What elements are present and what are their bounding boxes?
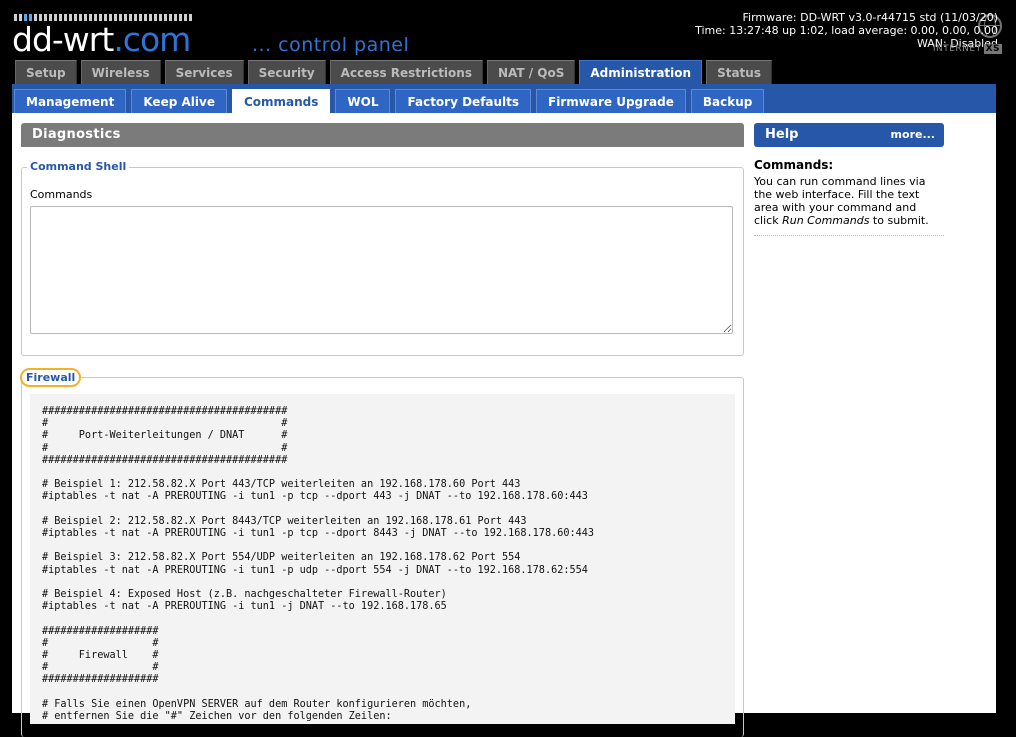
command-shell-fieldset: Command Shell Commands: [21, 159, 744, 356]
header: dd-wrt.com ... control panel Firmware: D…: [0, 0, 1016, 60]
tab-setup[interactable]: Setup: [15, 60, 77, 84]
subtab-backup[interactable]: Backup: [690, 89, 765, 113]
badge-text: INTERNET: [932, 44, 982, 54]
section-title-diagnostics: Diagnostics: [21, 123, 744, 147]
commands-label: Commands: [30, 188, 93, 201]
help-heading: Commands:: [754, 158, 834, 172]
subtab-management[interactable]: Management: [14, 89, 127, 113]
commands-textarea[interactable]: [30, 206, 733, 334]
sub-tabs: Management Keep Alive Commands WOL Factory D…: [14, 89, 769, 113]
firmware-info: Firmware: DD-WRT v3.0-r44715 std (11/03/…: [742, 11, 998, 24]
control-panel-title: ... control panel: [252, 34, 410, 56]
subtab-keep-alive[interactable]: Keep Alive: [131, 89, 227, 113]
help-title-text: Help: [765, 127, 799, 142]
help-title: Help more...: [754, 123, 944, 147]
tab-access-restrictions[interactable]: Access Restrictions: [329, 60, 483, 84]
tab-status[interactable]: Status: [706, 60, 772, 84]
subtab-commands[interactable]: Commands: [231, 89, 331, 113]
badge-tag: XS: [983, 44, 1002, 54]
tab-nat-qos[interactable]: NAT / QoS: [486, 60, 576, 84]
logo[interactable]: dd-wrt.com: [12, 20, 191, 59]
tab-administration[interactable]: Administration: [579, 60, 703, 84]
content: Diagnostics Command Shell Commands Firew…: [12, 113, 996, 737]
subtab-factory-defaults[interactable]: Factory Defaults: [395, 89, 532, 113]
subtab-firmware-upgrade[interactable]: Firmware Upgrade: [536, 89, 686, 113]
time-info: Time: 13:27:48 up 1:02, load average: 0.…: [695, 24, 998, 37]
command-shell-legend: Command Shell: [27, 159, 130, 175]
subtab-wol[interactable]: WOL: [335, 89, 391, 113]
firewall-legend: Firewall: [20, 368, 82, 387]
logo-suffix: .com: [113, 20, 191, 59]
internet-badge: INTERNET XS: [933, 44, 1002, 54]
help-more-link[interactable]: more...: [891, 123, 935, 147]
help-text-end: to submit.: [869, 214, 929, 227]
logo-main: dd-wrt: [12, 20, 114, 59]
firewall-script[interactable]: ########################################…: [30, 394, 735, 724]
tab-services[interactable]: Services: [164, 60, 244, 84]
help-text-emphasis: Run Commands: [782, 214, 870, 227]
help-panel: Help more... Commands: You can run comma…: [754, 123, 944, 236]
tab-security[interactable]: Security: [247, 60, 326, 84]
help-body: Commands: You can run command lines via …: [754, 147, 944, 236]
main-tabs: Setup Wireless Services Security Access Rest…: [15, 60, 776, 84]
firewall-fieldset: Firewall ###############################…: [20, 368, 744, 737]
main-panel: Diagnostics Command Shell Commands Firew…: [20, 123, 744, 737]
tab-wireless[interactable]: Wireless: [80, 60, 161, 84]
right-edge: [996, 84, 1016, 713]
